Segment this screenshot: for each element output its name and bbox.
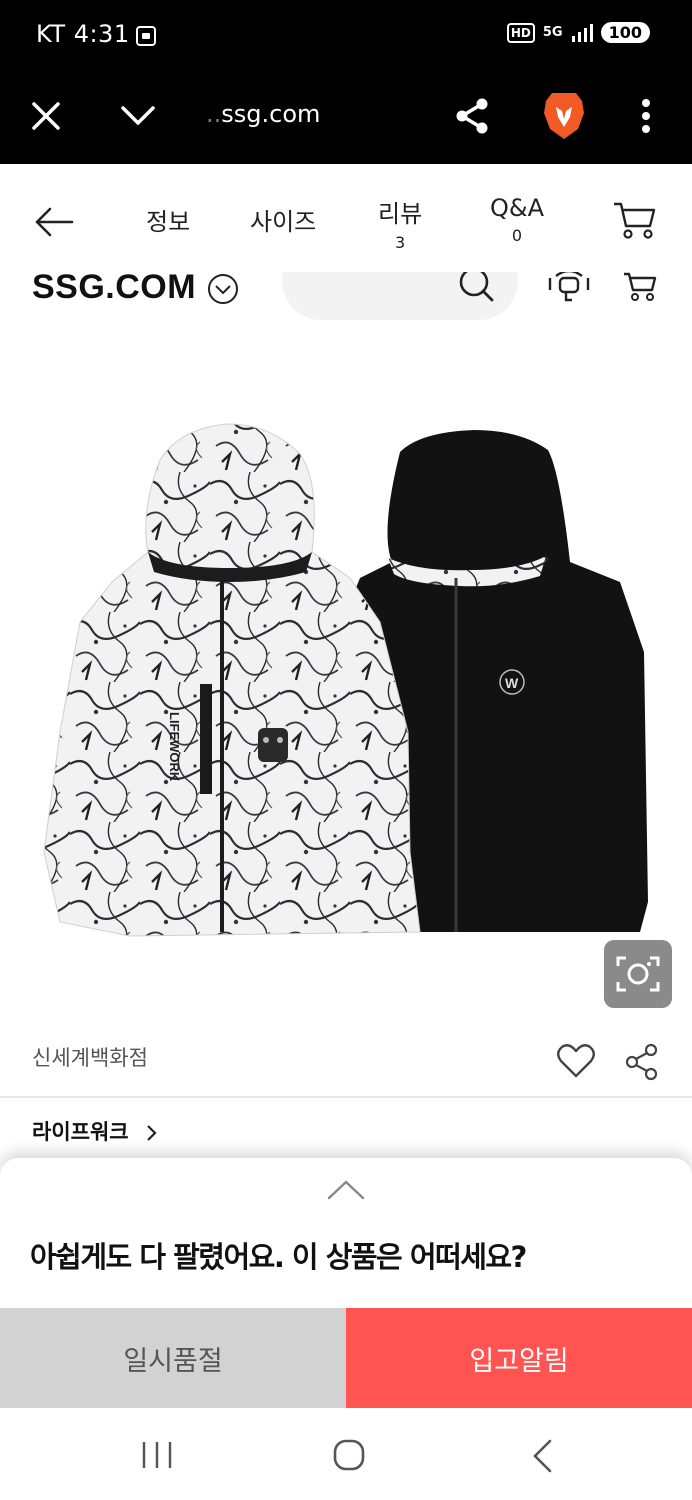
camera-lens-icon [616,956,660,992]
tab-review-count: 3 [394,233,406,252]
arrow-left-icon [35,207,74,237]
cart-button[interactable] [612,200,662,244]
chevron-right-icon [147,1125,157,1141]
product-jackets-image: W LIFEWORK [43,423,648,937]
address-bar[interactable]: ..ssg.com [206,100,320,128]
tab-review-label: 리뷰 [378,200,423,228]
close-tab-button[interactable] [20,90,72,142]
soldout-message: 아쉽게도 다 팔렸어요. 이 상품은 어떠세요? [30,1240,527,1274]
brave-lion-icon [544,93,584,139]
cart-icon [614,202,656,239]
heart-icon[interactable] [556,1043,596,1079]
headset-icon[interactable] [546,272,592,306]
ssg-logo[interactable]: SSG.COM [32,272,196,307]
soldout-button[interactable]: 일시품절 [0,1308,346,1408]
url-prefix: .. [206,100,222,128]
tab-dropdown-button[interactable] [112,90,164,142]
close-icon [32,102,60,130]
brand-name: 라이프워크 [32,1120,129,1144]
product-tab-bar: 정보 사이즈 리뷰 3 Q&A 0 [0,166,692,272]
share-icon [456,98,488,134]
more-menu-button[interactable] [620,90,672,142]
tab-info-label: 정보 [146,208,191,236]
tab-size-label: 사이즈 [250,208,317,236]
back-button[interactable] [28,196,80,248]
more-vertical-icon [642,99,650,133]
status-carrier-time: KT 4:31 [36,20,130,48]
screenshot-icon [136,26,156,46]
brand-link[interactable]: 라이프워크 [32,1116,158,1146]
recent-apps-icon[interactable] [140,1440,174,1470]
hd-icon: HD [506,22,535,43]
restock-alert-button[interactable]: 입고알림 [346,1308,692,1408]
status-bar: KT 4:31 HD 5G 100 [0,0,692,70]
brave-shields-button[interactable] [538,90,590,142]
status-icons: HD 5G 100 [506,22,650,43]
chevron-down-circle-icon[interactable] [206,272,240,306]
ssg-site-header: SSG.COM [0,272,692,332]
clock: 4:31 [73,20,130,48]
tab-size[interactable]: 사이즈 [250,202,316,237]
battery-indicator: 100 [600,22,650,43]
browser-toolbar: ..ssg.com [0,70,692,164]
section-divider [0,1096,692,1098]
tab-qna[interactable]: Q&A 0 [490,194,544,245]
svg-text:W: W [505,675,519,691]
tab-review[interactable]: 리뷰 3 [378,194,422,252]
carrier-label: KT [36,20,66,48]
white-marble-jacket: LIFEWORK [43,423,421,937]
tab-info[interactable]: 정보 [146,202,190,237]
share-outline-icon[interactable] [624,1042,660,1082]
url-domain: ssg.com [221,100,321,128]
back-nav-icon[interactable] [530,1438,554,1474]
tab-qna-count: 0 [511,226,523,245]
network-5g-icon: 5G [542,25,563,40]
search-icon[interactable] [458,272,498,302]
soldout-recommend-sheet: 아쉽게도 다 팔렸어요. 이 상품은 어떠세요? [0,1158,692,1308]
visual-search-button[interactable] [604,940,672,1008]
tab-qna-label: Q&A [490,194,545,222]
home-icon[interactable] [332,1438,366,1472]
jacket-print-text: LIFEWORK [167,712,182,782]
site-cart-icon[interactable] [622,272,658,302]
seller-name[interactable]: 신세계백화점 [32,1042,148,1072]
system-nav-bar [0,1408,692,1500]
chevron-up-icon[interactable] [326,1178,366,1202]
product-image[interactable]: W LIFEWORK [0,332,692,1032]
share-button[interactable] [446,90,498,142]
chevron-down-icon [121,106,155,125]
signal-icon [571,23,593,42]
